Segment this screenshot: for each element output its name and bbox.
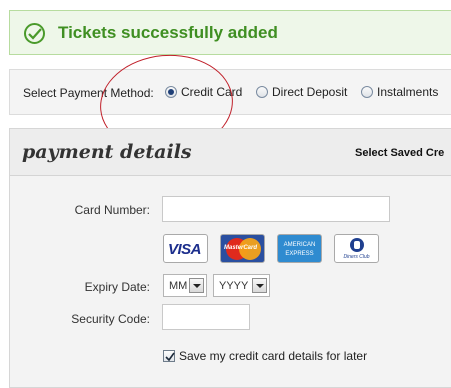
radio-button[interactable] [361, 86, 373, 98]
diners-club-icon: Diners Club [334, 234, 379, 263]
save-card-checkbox[interactable] [163, 350, 175, 362]
radio-button-selected[interactable] [165, 86, 177, 98]
save-card-checkbox-row[interactable]: Save my credit card details for later [163, 349, 367, 363]
check-circle-icon [24, 23, 45, 44]
expiry-year-select[interactable]: YYYY [213, 274, 270, 297]
radio-credit-card-label: Credit Card [181, 85, 243, 99]
panel-title: payment details [22, 141, 192, 163]
card-number-label: Card Number: [74, 203, 150, 217]
payment-method-bar: Select Payment Method: Credit Card Direc… [9, 69, 451, 115]
payment-method-label: Select Payment Method: [23, 86, 154, 100]
security-code-label: Security Code: [71, 312, 150, 326]
card-number-input[interactable] [162, 196, 390, 222]
panel-header: payment details Select Saved Cre [10, 129, 451, 176]
payment-details-panel: payment details Select Saved Cre Card Nu… [9, 128, 451, 388]
success-message: Tickets successfully added [58, 23, 278, 42]
expiry-date-label: Expiry Date: [84, 280, 150, 294]
radio-direct-deposit[interactable]: Direct Deposit [256, 85, 347, 99]
save-card-label: Save my credit card details for later [179, 349, 368, 363]
radio-button[interactable] [256, 86, 268, 98]
chevron-down-icon[interactable] [252, 278, 267, 293]
visa-card-icon: VISA [163, 234, 208, 263]
amex-card-icon: AMERICAN EXPRESS [277, 234, 322, 263]
security-code-input[interactable] [162, 304, 250, 330]
success-banner: Tickets successfully added [9, 10, 451, 55]
mastercard-icon: MasterCard [220, 234, 265, 263]
chevron-down-icon[interactable] [189, 278, 204, 293]
radio-credit-card[interactable]: Credit Card [165, 85, 242, 99]
radio-direct-deposit-label: Direct Deposit [272, 85, 348, 99]
expiry-month-select[interactable]: MM [163, 274, 207, 297]
radio-instalments-label: Instalments [377, 85, 439, 99]
radio-instalments[interactable]: Instalments [361, 85, 438, 99]
select-saved-card-link[interactable]: Select Saved Cre [355, 147, 444, 159]
